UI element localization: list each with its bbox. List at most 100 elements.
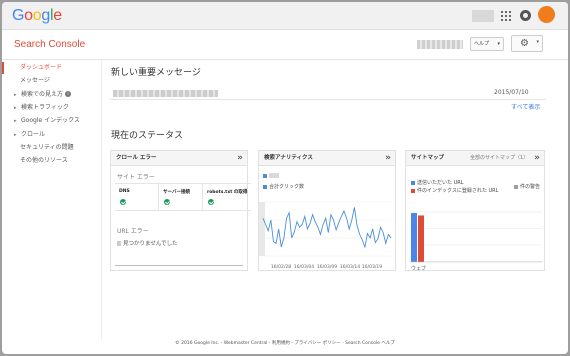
crawl-errors-card: クロール エラー » サイト エラー DNS サーバー接続 robots.txt … xyxy=(110,150,251,271)
sidebar-item[interactable]: ダッシュボード xyxy=(2,62,102,74)
search-analytics-header[interactable]: 検索アナリティクス » xyxy=(259,151,395,166)
clicks-line-chart[interactable]: 16/02/28 16/03/04 16/03/09 16/03/14 16/03/19 xyxy=(259,196,395,272)
crawl-errors-header[interactable]: クロール エラー » xyxy=(111,151,247,166)
server-connection-cell[interactable]: サーバー接続 xyxy=(159,184,203,210)
sitemap-bar xyxy=(418,215,424,262)
help-label: ヘルプ xyxy=(474,41,490,47)
footer-links[interactable]: © 2016 Google Inc. - Webmaster Central -… xyxy=(2,340,568,346)
info-icon: i xyxy=(65,91,72,98)
redacted-count xyxy=(117,241,121,246)
none-found-text: 見つかりませんでした xyxy=(123,241,178,247)
legend-label: 件の警告 xyxy=(520,184,541,190)
search-console-header: Search Console ヘルプ ▾ ⚙ ▾ xyxy=(2,30,568,60)
card-divider xyxy=(115,265,243,266)
double-chevron-right-icon[interactable]: » xyxy=(385,151,391,165)
sidebar-nav: ダッシュボード メッセージ ▸ 検索での見え方 i ▸ 検索トラフィック ▸ Google イン… xyxy=(2,60,102,340)
robots-fetch-cell[interactable]: robots.txt の取得 xyxy=(203,184,251,210)
legend-label: 送信いただいた URL xyxy=(417,180,464,186)
sidebar-item-label: クロール xyxy=(21,130,46,138)
message-date: 2015/07/10 xyxy=(494,89,529,96)
double-chevron-right-icon[interactable]: » xyxy=(534,151,540,165)
divider xyxy=(110,99,546,100)
double-chevron-right-icon[interactable]: » xyxy=(237,151,243,165)
card-title: 検索アナリティクス xyxy=(264,155,313,161)
apps-dot xyxy=(501,11,503,13)
sidebar-item-label: ダッシュボード xyxy=(20,64,63,71)
apps-dot xyxy=(501,19,503,21)
sidebar-item-label: セキュリティの問題 xyxy=(20,143,74,151)
legend-submitted: 送信いただいた URL xyxy=(411,179,464,186)
legend-swatch xyxy=(411,188,415,193)
all-sitemaps-link[interactable]: 全部のサイトマップ（1） xyxy=(470,151,528,166)
column-label: DNS xyxy=(119,189,130,194)
gear-icon: ⚙ xyxy=(520,38,529,49)
google-logo[interactable]: Google xyxy=(12,7,62,25)
sitemap-bar-chart[interactable]: ウェブ xyxy=(406,209,544,271)
message-text-redacted[interactable] xyxy=(113,90,218,97)
sidebar-item-label: Google インデックス xyxy=(21,117,80,125)
sidebar-item[interactable]: ▸ 検索での見え方 i xyxy=(2,89,102,101)
apps-dot xyxy=(505,11,507,13)
sitemaps-header[interactable]: サイトマップ 全部のサイトマップ（1） » xyxy=(406,151,544,166)
y-axis-redacted xyxy=(259,202,265,256)
card-title: サイトマップ xyxy=(411,155,445,161)
sidebar-item[interactable]: セキュリティの問題 xyxy=(2,142,102,154)
dns-cell[interactable]: DNS xyxy=(115,184,159,210)
sidebar-item[interactable]: ▸ クロール xyxy=(2,129,102,141)
legend-indexed: 件のインデックスに登録された URL xyxy=(411,187,511,195)
redacted-count xyxy=(269,173,279,178)
apps-dot xyxy=(501,15,503,17)
logo-letter: o xyxy=(24,7,33,24)
legend-label: 件のインデックスに登録された URL xyxy=(417,188,499,194)
sidebar-item-label: 検索での見え方 xyxy=(21,90,64,98)
sidebar-item[interactable]: ▸ Google インデックス xyxy=(2,115,102,127)
chevron-down-icon: ▾ xyxy=(536,39,539,45)
check-icon xyxy=(164,199,170,205)
browser-window: Google Search Console ヘルプ ▾ ⚙ ▾ ダッシュボード メッセ… xyxy=(2,2,568,354)
clicks-series-line xyxy=(262,207,392,249)
search-console-title[interactable]: Search Console xyxy=(14,39,85,50)
x-tick-label: 16/03/19 xyxy=(362,264,382,270)
sidebar-item[interactable]: メッセージ xyxy=(2,75,102,87)
legend-swatch xyxy=(411,180,415,185)
metric-label: 合計クリック数 xyxy=(269,184,305,190)
search-analytics-card: 検索アナリティクス » 合計クリック数 16/02/28 16/03/04 16/03… xyxy=(258,150,396,271)
sidebar-item-label: メッセージ xyxy=(20,77,50,85)
site-selector-redacted[interactable] xyxy=(417,40,463,49)
apps-dot xyxy=(509,11,511,13)
logo-letter: G xyxy=(12,7,25,24)
notifications-icon[interactable] xyxy=(520,10,531,21)
legend-swatch xyxy=(514,184,518,189)
apps-grid-icon[interactable] xyxy=(501,11,511,21)
avatar[interactable] xyxy=(538,6,555,23)
category-label: ウェブ xyxy=(411,265,426,271)
legend-warnings: 件の警告 xyxy=(514,183,540,191)
series-swatch xyxy=(263,184,267,189)
url-errors-status: 見つかりませんでした xyxy=(117,239,178,247)
column-label: robots.txt の取得 xyxy=(207,190,248,195)
apps-dot xyxy=(505,19,507,21)
status-heading: 現在のステータス xyxy=(111,131,184,141)
logo-letter: e xyxy=(53,7,62,24)
settings-button[interactable]: ⚙ ▾ xyxy=(511,35,543,52)
apps-dot xyxy=(509,15,511,17)
help-button[interactable]: ヘルプ ▾ xyxy=(470,37,504,51)
sidebar-item-label: その他のリソース xyxy=(20,157,68,165)
messages-heading: 新しい重要メッセージ xyxy=(111,68,201,78)
x-tick-label: 16/03/04 xyxy=(294,264,314,270)
x-tick-label: 16/03/09 xyxy=(317,264,337,270)
sitemaps-card: サイトマップ 全部のサイトマップ（1） » 送信いただいた URL 件のインデックス… xyxy=(405,150,545,271)
url-errors-label: URL エラー xyxy=(117,228,149,235)
sitemap-bar xyxy=(411,213,417,262)
site-errors-label: サイト エラー xyxy=(117,174,155,181)
expand-arrow-icon: ▸ xyxy=(14,104,17,111)
check-icon xyxy=(208,199,214,205)
show-all-link[interactable]: すべて表示 xyxy=(511,102,540,111)
google-topbar: Google xyxy=(2,2,568,30)
sidebar-item[interactable]: その他のリソース xyxy=(2,155,102,167)
apps-dot xyxy=(505,15,507,17)
sidebar-item[interactable]: ▸ 検索トラフィック xyxy=(2,102,102,114)
account-name-redacted xyxy=(472,10,494,22)
expand-arrow-icon: ▸ xyxy=(14,118,17,125)
logo-letter: g xyxy=(41,7,50,24)
